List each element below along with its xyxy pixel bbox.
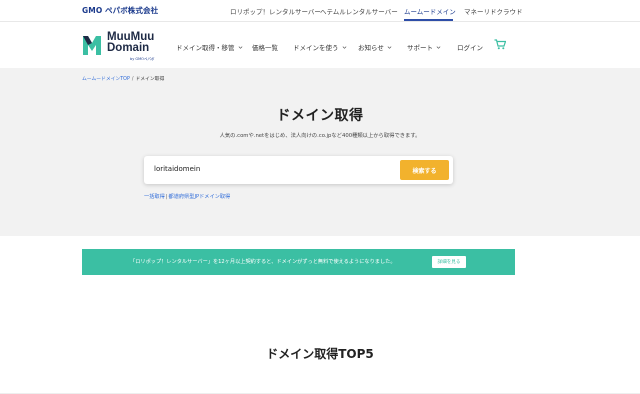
breadcrumb-separator: / [131,77,134,82]
nav-label: ドメインを使う [293,44,339,52]
bulk-acquire-link[interactable]: 一括取得 [144,194,165,200]
search-button[interactable]: 検索する [400,160,449,180]
cart-icon[interactable] [494,39,506,50]
nav-price-list[interactable]: 価格一覧 [252,42,278,52]
gmo-link-muumuu[interactable]: ムームードメイン [404,5,456,17]
nav-support[interactable]: サポート [407,42,441,52]
nav-label: 価格一覧 [252,44,278,52]
logo-sub: by GMOペパボ [130,57,155,61]
chevron-down-icon [436,45,441,49]
nav-label: サポート [407,44,433,52]
domain-search-input[interactable] [154,165,394,173]
hero-description: 人気の.comや.netをはじめ、法人向けの.co.jpなど400種類以上から取… [219,133,421,139]
breadcrumb: ムームードメインTOP / ドメイン取得 [82,75,164,82]
domain-search-box: 検索する [144,156,453,184]
promo-banner: 「ロリポップ！レンタルサーバー」を12ヶ月以上契約すると、ドメインがずっと無料で… [82,249,515,275]
nav-use-domain[interactable]: ドメインを使う [293,42,347,52]
page-title: ドメイン取得 [276,108,364,124]
prefecture-jp-domain-link[interactable]: 都道府県型JPドメイン取得 [169,194,231,200]
nav-domain-acquire[interactable]: ドメイン取得・移管 [176,42,243,52]
section-title-top5: ドメイン取得TOP5 [266,347,374,361]
muumuu-domain-logo[interactable]: MuuMuu Domain by GMOペパボ [82,31,155,61]
gmo-link-cloud[interactable]: マネーリドクラウド [464,5,523,17]
nav-login[interactable]: ログイン [457,42,483,52]
gmo-top-bar: GMO ペパボ株式会社 ロリポップ！レンタルサーバー ヘテムルレンタルサーバー … [0,0,640,22]
nav-news[interactable]: お知らせ [358,42,392,52]
chevron-down-icon [238,45,242,49]
active-link-underline [404,19,453,21]
logo-line2: Domain [107,42,150,54]
nav-label: ログイン [457,44,483,52]
gmo-link-heteml[interactable]: ヘテムルレンタルサーバー [320,5,398,17]
breadcrumb-current: ドメイン取得 [135,77,165,82]
muumuu-logo-icon [83,36,101,55]
nav-label: ドメイン取得・移管 [176,44,235,52]
gmo-link-lolipop[interactable]: ロリポップ！レンタルサーバー [230,5,321,17]
chevron-down-icon [387,45,392,49]
promo-text: 「ロリポップ！レンタルサーバー」を12ヶ月以上契約すると、ドメインがずっと無料で… [130,259,396,265]
link-separator: | [165,194,168,200]
gmo-pepabo-logo[interactable]: GMO ペパボ株式会社 [82,5,158,16]
chevron-down-icon [342,45,346,49]
nav-label: お知らせ [358,44,384,52]
logo-wordmark: MuuMuu Domain [107,31,154,54]
promo-details-button[interactable]: 詳細を見る [432,256,466,268]
main-header: MuuMuu Domain by GMOペパボ ドメイン取得・移管 価格一覧 ド… [0,22,640,68]
breadcrumb-home-link[interactable]: ムームードメインTOP [82,77,130,82]
domain-search-hero: ムームードメインTOP / ドメイン取得 ドメイン取得 人気の.comや.netをは… [0,68,640,236]
search-sub-links: 一括取得|都道府県型JPドメイン取得 [144,193,230,200]
